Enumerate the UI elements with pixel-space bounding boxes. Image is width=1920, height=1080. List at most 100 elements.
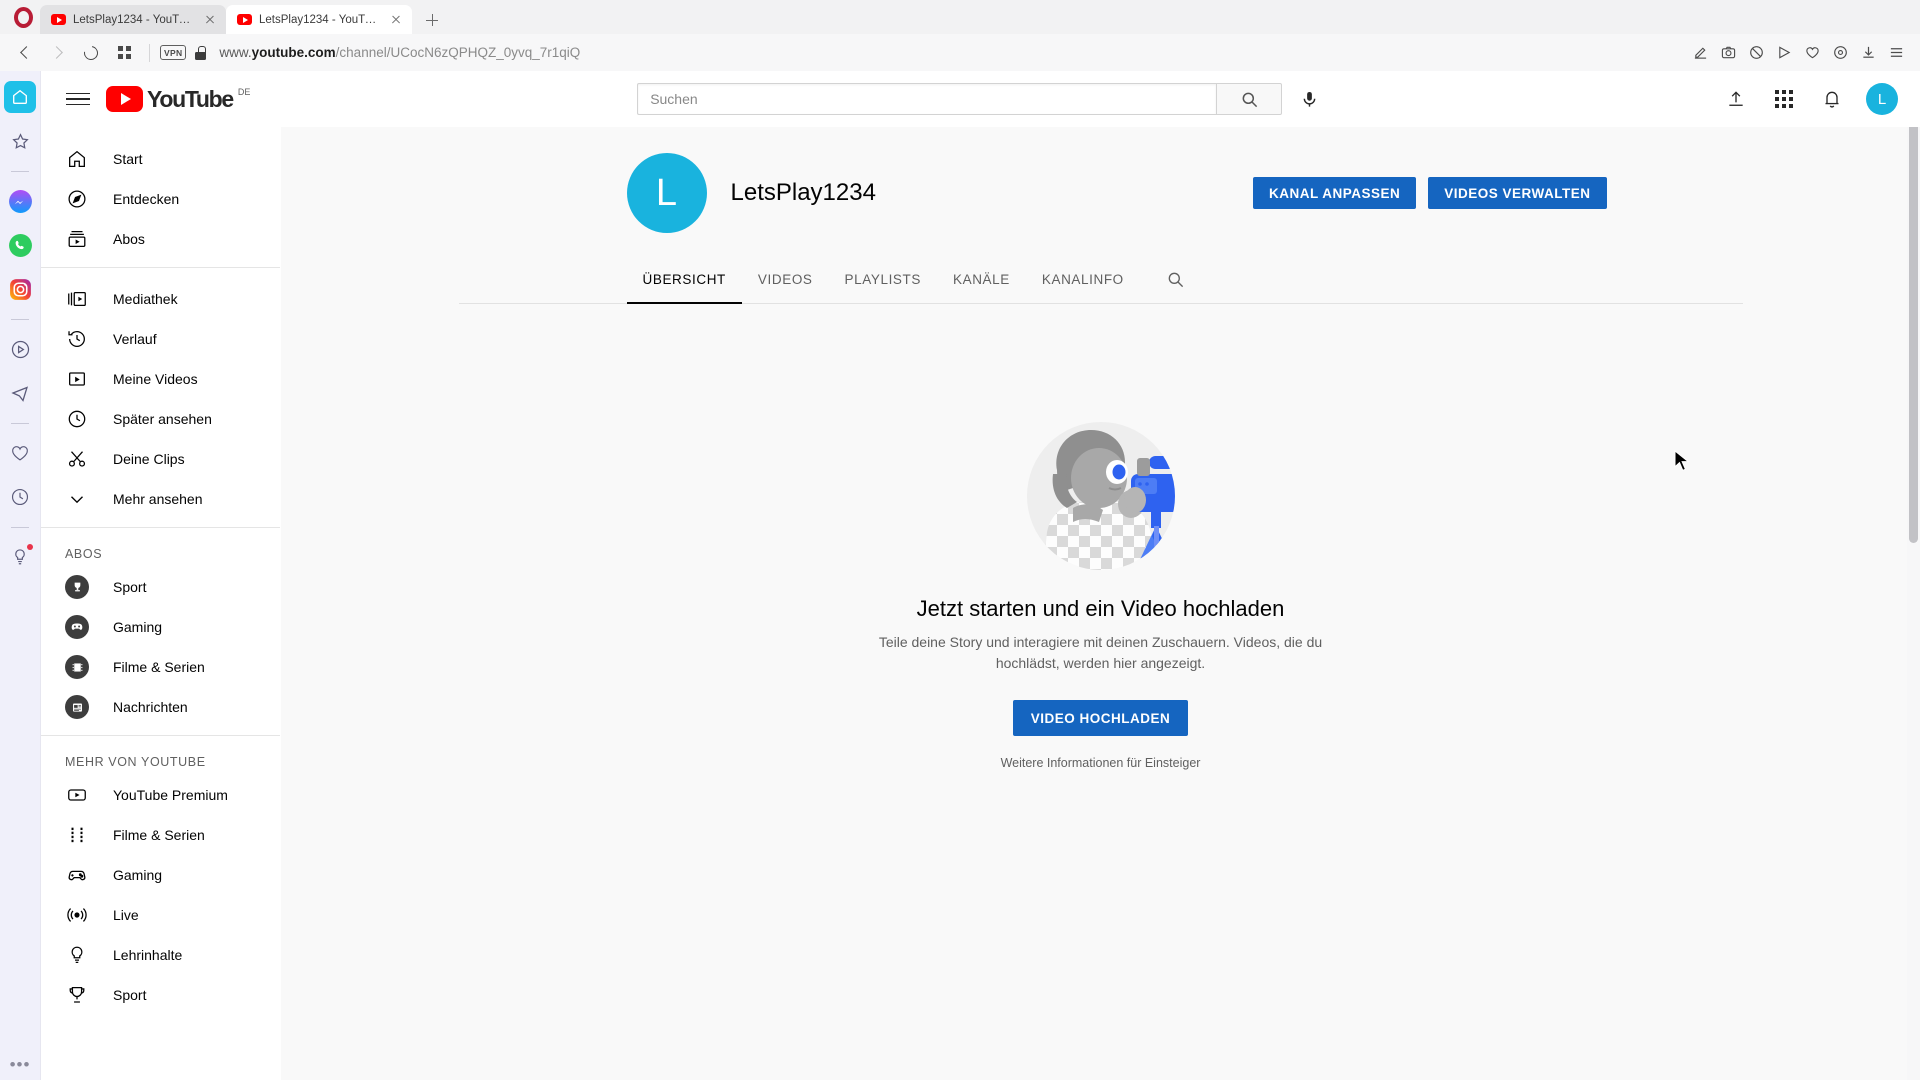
- sidebar-item-favorites[interactable]: [4, 125, 36, 157]
- sidebar-item-sport[interactable]: Sport: [41, 567, 280, 607]
- search-button[interactable]: [1216, 83, 1283, 115]
- sidebar-item-player[interactable]: [4, 333, 36, 365]
- sidebar-item-label: Gaming: [113, 867, 163, 883]
- close-icon[interactable]: [202, 12, 218, 28]
- browser-tab-1[interactable]: LetsPlay1234 - YouTube: [40, 5, 226, 34]
- sidebar-item-youtube-premium[interactable]: YouTube Premium: [41, 775, 280, 815]
- sidebar-item-more-sport[interactable]: Sport: [41, 975, 280, 1015]
- sidebar-item-heart[interactable]: [4, 437, 36, 469]
- sidebar-item-nachrichten[interactable]: Nachrichten: [41, 687, 280, 727]
- sidebar-item-more-gaming[interactable]: Gaming: [41, 855, 280, 895]
- tab-kanaele[interactable]: KANÄLE: [937, 255, 1026, 303]
- sidebar-item-mediathek[interactable]: Mediathek: [41, 279, 280, 319]
- youtube-logo[interactable]: YouTube DE: [106, 86, 250, 112]
- forward-button[interactable]: [43, 38, 73, 68]
- voice-search-button[interactable]: [1289, 79, 1329, 119]
- sidebar-item-label: Lehrinhalte: [113, 947, 183, 963]
- address-bar[interactable]: www. youtube.com/channel/UCocN6zQPHQZ_0yv…: [213, 45, 1684, 60]
- youtube-favicon: [237, 14, 252, 25]
- sidebar-item-home[interactable]: [4, 81, 36, 113]
- browser-window: LetsPlay1234 - YouTube LetsPlay1234 - Yo…: [0, 0, 1920, 1080]
- compass-icon: [65, 187, 89, 211]
- extensions-icon[interactable]: [1827, 39, 1854, 66]
- upload-icon[interactable]: [1716, 79, 1756, 119]
- sidebar-item-meine-videos[interactable]: Meine Videos: [41, 359, 280, 399]
- downloads-icon[interactable]: [1855, 39, 1882, 66]
- sidebar-item-filme-serien[interactable]: Filme & Serien: [41, 647, 280, 687]
- sidebar-item-start[interactable]: Start: [41, 139, 280, 179]
- browser-tab-2[interactable]: LetsPlay1234 - YouTube: [226, 5, 412, 34]
- sidebar-item-gaming[interactable]: Gaming: [41, 607, 280, 647]
- channel-avatar[interactable]: L: [626, 153, 707, 233]
- channel-actions: KANAL ANPASSEN VIDEOS VERWALTEN: [1252, 177, 1607, 209]
- adblock-icon[interactable]: [1743, 39, 1770, 66]
- player-icon[interactable]: [1771, 39, 1798, 66]
- heart-icon[interactable]: [1799, 39, 1826, 66]
- sidebar-item-mehr-ansehen[interactable]: Mehr ansehen: [41, 479, 280, 519]
- sports-trophy-icon: [65, 983, 89, 1007]
- tab-kanalinfo[interactable]: KANALINFO: [1026, 255, 1140, 303]
- nav-section-subscriptions: ABOS Sport Gaming Filme & Serien Nachric…: [41, 527, 280, 735]
- avatar[interactable]: L: [1866, 83, 1898, 115]
- search-icon[interactable]: [1156, 259, 1196, 299]
- sidebar-item-deine-clips[interactable]: Deine Clips: [41, 439, 280, 479]
- edit-pencil-icon[interactable]: [1687, 39, 1714, 66]
- hamburger-icon[interactable]: [66, 87, 90, 111]
- upload-video-button[interactable]: VIDEO HOCHLADEN: [1012, 700, 1189, 736]
- sidebar-item-lehrinhalte[interactable]: Lehrinhalte: [41, 935, 280, 975]
- empty-state-title: Jetzt starten und ein Video hochladen: [916, 596, 1285, 621]
- sidebar-item-telegram[interactable]: [4, 377, 36, 409]
- tab-playlists[interactable]: PLAYLISTS: [829, 255, 937, 303]
- sidebar-item-verlauf[interactable]: Verlauf: [41, 319, 280, 359]
- sidebar-divider: [11, 171, 29, 172]
- snapshot-camera-icon[interactable]: [1715, 39, 1742, 66]
- opera-logo-icon: [6, 0, 40, 34]
- sidebar-item-abos[interactable]: Abos: [41, 219, 280, 259]
- sidebar-item-messenger[interactable]: [4, 185, 36, 217]
- nav-section-title: MEHR VON YOUTUBE: [65, 755, 206, 769]
- gaming-avatar-icon: [65, 615, 89, 639]
- beginner-info-link[interactable]: Weitere Informationen für Einsteiger: [1001, 756, 1201, 770]
- sidebar-item-label: Meine Videos: [113, 371, 198, 387]
- gaming-controller-icon: [65, 863, 89, 887]
- sidebar-item-entdecken[interactable]: Entdecken: [41, 179, 280, 219]
- sidebar-item-label: Filme & Serien: [113, 827, 205, 843]
- history-icon: [65, 327, 89, 351]
- new-tab-button[interactable]: [418, 6, 446, 34]
- url-domain: youtube.com: [251, 45, 336, 60]
- sidebar-item-history[interactable]: [4, 481, 36, 513]
- nav-section-primary: Start Entdecken Abos: [41, 139, 280, 267]
- toolbar-divider: [149, 43, 150, 62]
- sidebar-item-whatsapp[interactable]: [4, 229, 36, 261]
- country-code-label: DE: [237, 87, 251, 97]
- sidebar-item-instagram[interactable]: [4, 273, 36, 305]
- sidebar-item-tips[interactable]: [4, 541, 36, 573]
- customize-channel-button[interactable]: KANAL ANPASSEN: [1252, 177, 1417, 209]
- vpn-badge[interactable]: VPN: [160, 45, 187, 60]
- page-viewport: ••• YouTube DE Suchen L Start Entdecken …: [0, 71, 1920, 1080]
- search-input[interactable]: [637, 83, 1217, 115]
- scrollbar-thumb[interactable]: [1909, 73, 1918, 543]
- browser-tabstrip: LetsPlay1234 - YouTube LetsPlay1234 - Yo…: [0, 0, 1920, 34]
- bell-icon[interactable]: [1812, 79, 1852, 119]
- apps-grid-icon[interactable]: [1764, 79, 1804, 119]
- tab-overview-icon[interactable]: [109, 38, 139, 68]
- tab-title: LetsPlay1234 - YouTube: [259, 13, 381, 26]
- channel-empty-state: Jetzt starten und ein Video hochladen Te…: [281, 304, 1920, 1080]
- sidebar-more-button[interactable]: •••: [10, 1056, 31, 1073]
- manage-videos-button[interactable]: VIDEOS VERWALTEN: [1428, 177, 1607, 209]
- close-icon[interactable]: [388, 12, 404, 28]
- sidebar-item-spaeter-ansehen[interactable]: Später ansehen: [41, 399, 280, 439]
- sidebar-divider: [11, 527, 29, 528]
- sidebar-item-live[interactable]: Live: [41, 895, 280, 935]
- sidebar-item-more-filme-serien[interactable]: Filme & Serien: [41, 815, 280, 855]
- browser-menu-icon[interactable]: [1883, 39, 1910, 66]
- page-scrollbar[interactable]: [1907, 71, 1920, 1080]
- tab-videos[interactable]: VIDEOS: [742, 255, 829, 303]
- masthead-actions: L: [1716, 79, 1898, 119]
- tab-uebersicht[interactable]: ÜBERSICHT: [626, 255, 743, 304]
- sidebar-item-label: Später ansehen: [113, 411, 212, 427]
- reload-icon[interactable]: [76, 38, 106, 68]
- youtube-sidebar: Start Entdecken Abos Mediathek Verlauf M…: [41, 127, 281, 1080]
- back-button[interactable]: [10, 38, 40, 68]
